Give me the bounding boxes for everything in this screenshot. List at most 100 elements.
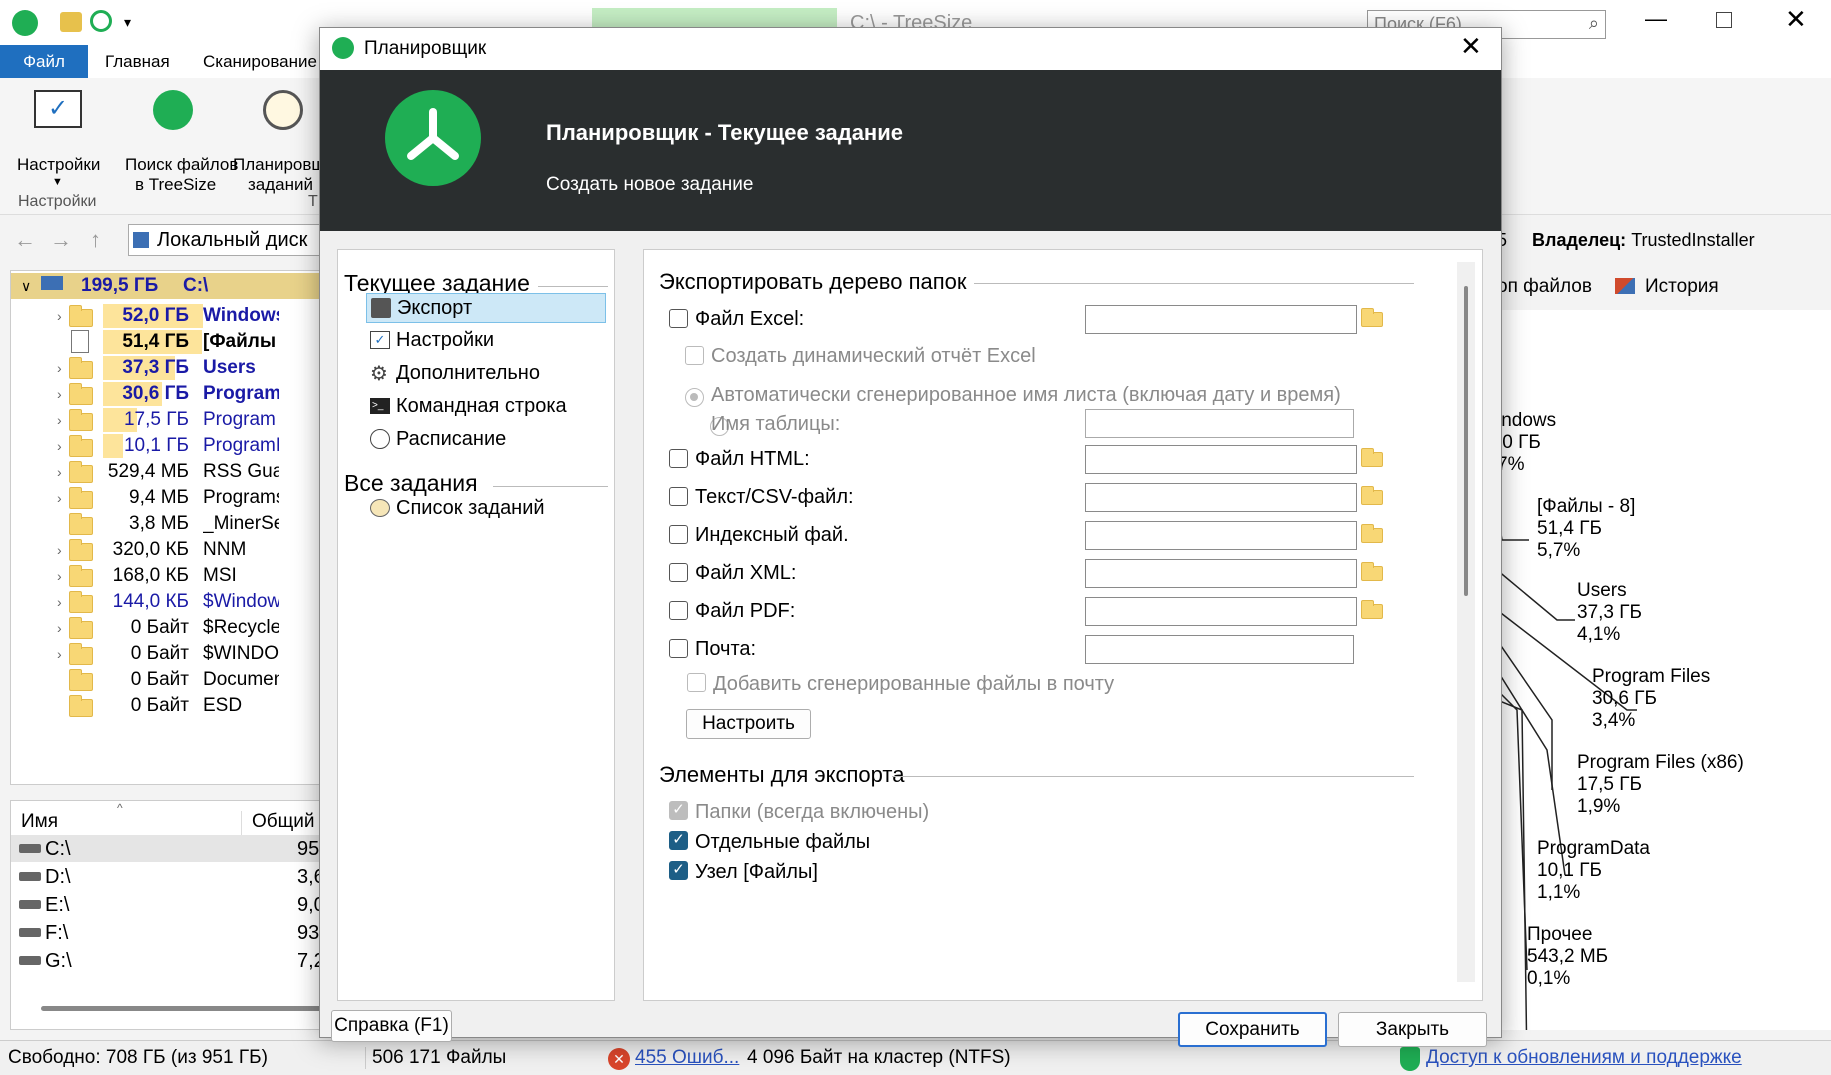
export-panel-scrollbar[interactable] [1457,262,1475,982]
pdf-browse-button[interactable] [1357,597,1387,626]
csv-path-input[interactable] [1085,483,1357,512]
back-arrow-icon[interactable]: ← [14,227,36,253]
close-window-button[interactable]: ✕ [1785,4,1807,35]
nav-item-settings[interactable]: ✓ Настройки [366,326,606,356]
settings-ribbon-button[interactable]: ✓ Настройки ▼ [10,90,102,188]
tree-chevron-icon[interactable]: › [57,464,62,480]
tree-row[interactable]: 0 Байт Documents [11,667,329,693]
pdf-checkbox[interactable] [669,601,688,620]
drive-list[interactable]: ^ Имя Общий р C:\95D:\3,6E:\9,0F:\93G:\7… [10,800,330,1030]
configure-button[interactable]: Настроить [686,709,811,739]
tree-row[interactable]: › 9,4 МБ Programs [11,485,329,511]
tree-row[interactable]: › 320,0 КБ NNM [11,537,329,563]
tab-file[interactable]: Файл [0,45,88,78]
close-button[interactable]: Закрыть [1338,1012,1487,1047]
up-arrow-icon[interactable]: ↑ [90,227,101,253]
nav-item-advanced[interactable]: ⚙ Дополнительно [366,359,606,389]
chart-label[interactable]: Program Files 30,6 ГБ 3,4% [1592,666,1710,732]
nav-item-cmdline[interactable]: >_ Командная строка [366,392,606,422]
chart-label[interactable]: Прочее 543,2 МБ 0,1% [1527,924,1608,990]
search-files-ribbon-button[interactable]: Поиск файлов в TreeSize [125,90,238,195]
dynamic-excel-checkbox[interactable] [685,346,704,365]
chart-label[interactable]: ProgramData 10,1 ГБ 1,1% [1537,838,1650,904]
tree-row[interactable]: › 17,5 ГБ Program Files (x86) [11,407,329,433]
tree-expand-icon[interactable]: ∨ [21,278,31,295]
nav-item-export[interactable]: Экспорт [366,293,606,323]
xml-checkbox[interactable] [669,563,688,582]
drive-row[interactable]: D:\ 3,6 [11,863,329,890]
chart-label[interactable]: [Файлы - 8] 51,4 ГБ 5,7% [1537,496,1635,562]
index-checkbox[interactable] [669,525,688,544]
drive-row[interactable]: E:\ 9,0 [11,891,329,918]
tree-root-row[interactable]: ∨ 199,5 ГБ C:\ [11,273,329,299]
tree-row[interactable]: › 144,0 КБ $WindowsBT [11,589,329,615]
xml-path-input[interactable] [1085,559,1357,588]
tree-row[interactable]: › 0 Байт $WINDOWS.~BT [11,641,329,667]
tree-chevron-icon[interactable]: › [57,308,62,324]
maximize-button[interactable] [1716,12,1732,28]
tree-chevron-icon[interactable]: › [57,620,62,636]
drive-row[interactable]: F:\ 93 [11,919,329,946]
tab-history[interactable]: История [1645,276,1719,298]
tree-row[interactable]: › 168,0 КБ MSI [11,563,329,589]
help-button[interactable]: Справка (F1) [331,1010,452,1042]
index-path-input[interactable] [1085,521,1357,550]
tree-row[interactable]: › 10,1 ГБ ProgramData [11,433,329,459]
scheduler-ribbon-button[interactable]: Планировщ заданий [233,90,325,195]
tree-chevron-icon[interactable]: › [57,438,62,454]
tree-row[interactable]: › 529,4 МБ RSS Guard [11,459,329,485]
chart-label[interactable]: Users 37,3 ГБ 4,1% [1577,580,1642,646]
folder-tree[interactable]: ∨ 199,5 ГБ C:\ › 52,0 ГБ Windows 51,4 ГБ [Фа… [10,270,330,785]
single-files-checkbox[interactable]: ✓ [669,831,688,850]
html-path-input[interactable] [1085,445,1357,474]
tree-chevron-icon[interactable]: › [57,490,62,506]
attach-checkbox[interactable] [687,673,706,692]
nav-item-schedule[interactable]: Расписание [366,425,606,455]
tree-row[interactable]: 51,4 ГБ [Файлы - 8] [11,329,329,355]
tree-row[interactable]: 0 Байт ESD [11,693,329,719]
xml-browse-button[interactable] [1357,559,1387,588]
csv-checkbox[interactable] [669,487,688,506]
nav-item-task-list[interactable]: Список заданий [366,494,606,524]
mail-checkbox[interactable] [669,639,688,658]
tree-row[interactable]: 3,8 МБ _MinerSearch [11,511,329,537]
tree-row[interactable]: › 37,3 ГБ Users [11,355,329,381]
tree-chevron-icon[interactable]: › [57,360,62,376]
index-browse-button[interactable] [1357,521,1387,550]
drive-row[interactable]: G:\ 7,2 [11,947,329,974]
minimize-button[interactable]: — [1645,6,1667,32]
tree-chevron-icon[interactable]: › [57,542,62,558]
excel-path-input[interactable] [1085,305,1357,334]
html-checkbox[interactable] [669,449,688,468]
mail-input[interactable] [1085,635,1354,664]
tab-scan[interactable]: Сканирование [203,52,317,72]
col-header-name[interactable]: Имя [21,811,58,833]
auto-sheet-radio[interactable] [685,388,704,408]
horizontal-scrollbar[interactable] [41,1006,329,1011]
quick-access-dropdown-icon[interactable]: ▾ [124,14,131,31]
tree-chevron-icon[interactable]: › [57,646,62,662]
forward-arrow-icon[interactable]: → [50,227,72,253]
excel-browse-button[interactable] [1357,305,1387,334]
status-errors[interactable]: 455 Ошиб... [635,1047,739,1069]
drive-row[interactable]: C:\ 95 [11,835,329,862]
scrollbar-thumb[interactable] [1464,286,1468,596]
node-files-checkbox[interactable]: ✓ [669,861,688,880]
status-support-link[interactable]: Доступ к обновлениям и поддержке [1426,1047,1742,1069]
excel-checkbox[interactable] [669,309,688,328]
tree-chevron-icon[interactable]: › [57,568,62,584]
csv-browse-button[interactable] [1357,483,1387,512]
quick-scan-icon[interactable] [60,12,82,32]
table-name-input[interactable] [1085,409,1354,438]
tree-row[interactable]: › 30,6 ГБ Program Files [11,381,329,407]
tab-home[interactable]: Главная [105,52,170,72]
quick-search-icon[interactable] [90,10,112,32]
tree-chevron-icon[interactable]: › [57,412,62,428]
chart-label[interactable]: indows ,0 ГБ 7% [1497,410,1556,476]
pdf-path-input[interactable] [1085,597,1357,626]
tree-row[interactable]: › 0 Байт $Recycle.Bin [11,615,329,641]
tree-chevron-icon[interactable]: › [57,386,62,402]
tree-row[interactable]: › 52,0 ГБ Windows [11,303,329,329]
html-browse-button[interactable] [1357,445,1387,474]
dialog-close-button[interactable]: ✕ [1460,31,1482,62]
